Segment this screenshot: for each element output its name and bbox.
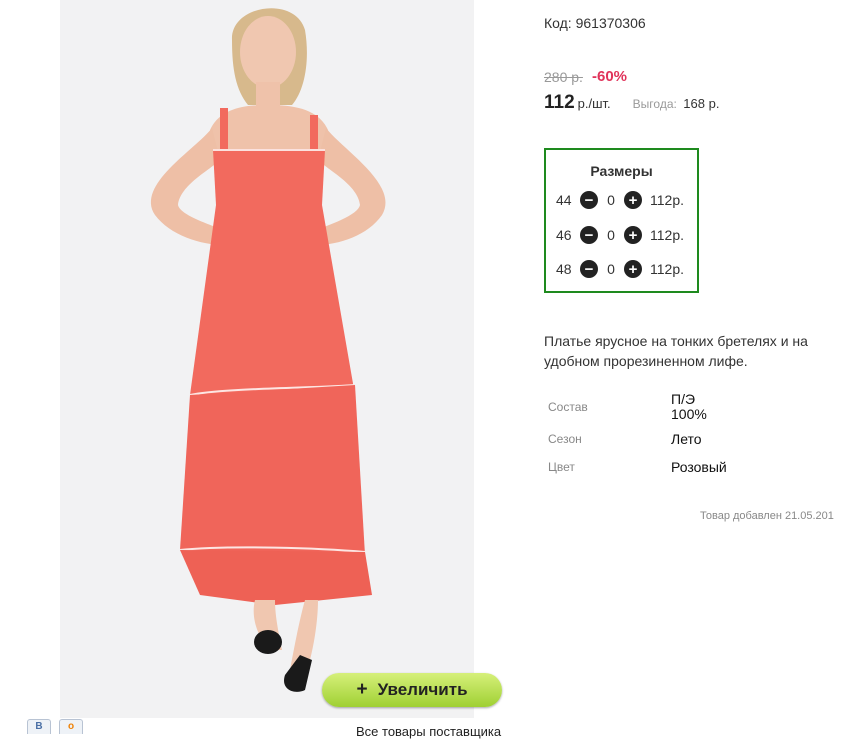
added-date: Товар добавлен 21.05.201: [700, 510, 834, 522]
size-price: 112р.: [650, 261, 684, 277]
product-code: Код: 961370306: [544, 15, 646, 31]
attribute-value: Розовый: [671, 459, 727, 475]
composition-percent: 100%: [671, 406, 707, 422]
sizes-title: Размеры: [590, 163, 653, 179]
minus-icon[interactable]: −: [580, 260, 598, 278]
plus-icon[interactable]: +: [624, 191, 642, 209]
zoom-button-label: Увеличить: [377, 680, 468, 699]
zoom-button[interactable]: + Увеличить: [322, 673, 502, 707]
discount-badge: -60%: [592, 68, 628, 85]
size-row: 48 − 0 + 112р.: [556, 259, 684, 279]
price-row: 112 р./шт. Выгода: 168 р.: [544, 92, 719, 114]
sizes-panel: Размеры 44 − 0 + 112р. 46 − 0 + 112р. 48…: [544, 148, 699, 293]
size-row: 46 − 0 + 112р.: [556, 225, 684, 245]
quantity-value: 0: [607, 192, 615, 208]
quantity-value: 0: [607, 227, 615, 243]
plus-icon: +: [356, 679, 368, 700]
size-price: 112р.: [650, 227, 684, 243]
size-price: 112р.: [650, 192, 684, 208]
composition-material: П/Э: [671, 391, 696, 407]
plus-icon[interactable]: +: [624, 226, 642, 244]
size-label: 44: [556, 192, 572, 208]
product-description: Платье ярусное на тонких бретелях и на у…: [544, 333, 808, 369]
dress-model-image: [150, 8, 386, 692]
minus-icon[interactable]: −: [580, 226, 598, 244]
attribute-value: П/Э 100%: [671, 392, 707, 422]
current-price: 112: [544, 92, 575, 113]
minus-icon[interactable]: −: [580, 191, 598, 209]
plus-icon[interactable]: +: [624, 260, 642, 278]
size-label: 48: [556, 261, 572, 277]
attribute-label: Цвет: [548, 460, 575, 474]
savings-label: Выгода:: [632, 97, 677, 111]
quantity-value: 0: [607, 261, 615, 277]
price-unit: р./шт.: [577, 96, 611, 111]
size-row: 44 − 0 + 112р.: [556, 190, 684, 210]
attribute-label: Состав: [548, 400, 588, 414]
savings-value: 168 р.: [683, 96, 720, 111]
old-price: 280 р.: [544, 69, 583, 85]
attribute-label: Сезон: [548, 432, 582, 446]
product-photo[interactable]: [60, 0, 474, 718]
size-label: 46: [556, 227, 572, 243]
attribute-value: Лето: [671, 431, 702, 447]
